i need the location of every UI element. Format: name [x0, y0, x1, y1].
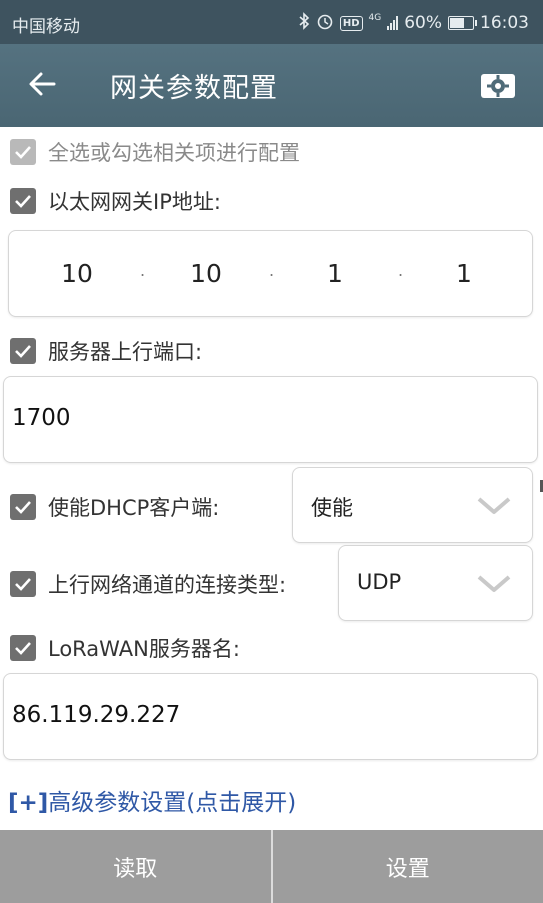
server-name-checkbox[interactable] — [10, 635, 36, 661]
server-name-input[interactable]: 86.119.29.227 — [3, 673, 538, 760]
ip-checkbox[interactable] — [10, 188, 36, 214]
dhcp-label: 使能DHCP客户端: — [48, 496, 220, 520]
ip-octet-3[interactable]: 1 — [305, 259, 365, 288]
select-all-row[interactable]: 全选或勾选相关项进行配置 — [10, 137, 300, 167]
hd-icon: HD — [339, 15, 363, 31]
advanced-settings-label: 高级参数设置(点击展开) — [48, 790, 297, 816]
toolbar: 网关参数配置 — [0, 44, 543, 127]
select-all-label: 全选或勾选相关项进行配置 — [48, 141, 300, 165]
server-name-value: 86.119.29.227 — [12, 702, 181, 728]
dhcp-checkbox[interactable] — [10, 494, 36, 520]
connection-type-label: 上行网络通道的连接类型: — [48, 573, 287, 597]
connection-type-checkbox[interactable] — [10, 571, 36, 597]
ip-label: 以太网网关IP地址: — [48, 190, 221, 214]
port-value: 1700 — [12, 405, 71, 431]
ip-row[interactable]: 以太网网关IP地址: — [10, 186, 221, 216]
ip-octet-4[interactable]: 1 — [434, 259, 494, 288]
settings-gear-icon[interactable] — [478, 66, 518, 106]
port-row[interactable]: 服务器上行端口: — [10, 336, 202, 366]
chevron-down-icon — [477, 497, 511, 514]
connection-type-row[interactable]: 上行网络通道的连接类型: — [10, 569, 286, 599]
chevron-down-icon — [477, 575, 511, 592]
ip-separator: . — [269, 261, 275, 280]
clock: 16:03 — [480, 13, 529, 33]
carrier-name: 中国移动 — [12, 17, 80, 37]
bottom-bar: 读取 设置 — [0, 830, 543, 903]
status-bar: 中国移动 HD 4G 60% 16:03 — [0, 0, 543, 44]
advanced-settings-link[interactable]: [+]高级参数设置(点击展开) — [8, 783, 296, 817]
battery-percent: 60% — [404, 13, 442, 33]
network-type: 4G — [368, 13, 382, 23]
signal-icon — [387, 16, 399, 30]
read-button[interactable]: 读取 — [0, 830, 271, 903]
connection-type-select[interactable]: UDP — [338, 545, 533, 621]
bluetooth-icon — [298, 12, 310, 34]
ip-octet-1[interactable]: 10 — [47, 259, 107, 288]
port-label: 服务器上行端口: — [48, 340, 203, 364]
select-all-checkbox[interactable] — [10, 139, 36, 165]
connection-type-selected-value: UDP — [357, 570, 402, 594]
dhcp-row[interactable]: 使能DHCP客户端: — [10, 492, 219, 522]
battery-icon — [448, 16, 477, 30]
ip-octet-2[interactable]: 10 — [176, 259, 236, 288]
status-icons: HD 4G 60% 16:03 — [298, 12, 529, 34]
set-button[interactable]: 设置 — [272, 830, 543, 903]
back-arrow-icon[interactable] — [24, 64, 64, 104]
page-title: 网关参数配置 — [110, 73, 278, 104]
server-name-row[interactable]: LoRaWAN服务器名: — [10, 633, 240, 663]
ip-address-field[interactable]: 10 . 10 . 1 . 1 — [8, 230, 533, 317]
dhcp-selected-value: 使能 — [311, 496, 353, 520]
port-checkbox[interactable] — [10, 338, 36, 364]
dhcp-select[interactable]: 使能 — [292, 467, 533, 543]
alarm-icon — [316, 12, 334, 34]
ip-separator: . — [140, 261, 146, 280]
port-input[interactable]: 1700 — [3, 376, 538, 463]
expand-bracket: [+] — [8, 790, 49, 816]
ip-separator: . — [398, 261, 404, 280]
server-name-label: LoRaWAN服务器名: — [48, 637, 240, 661]
